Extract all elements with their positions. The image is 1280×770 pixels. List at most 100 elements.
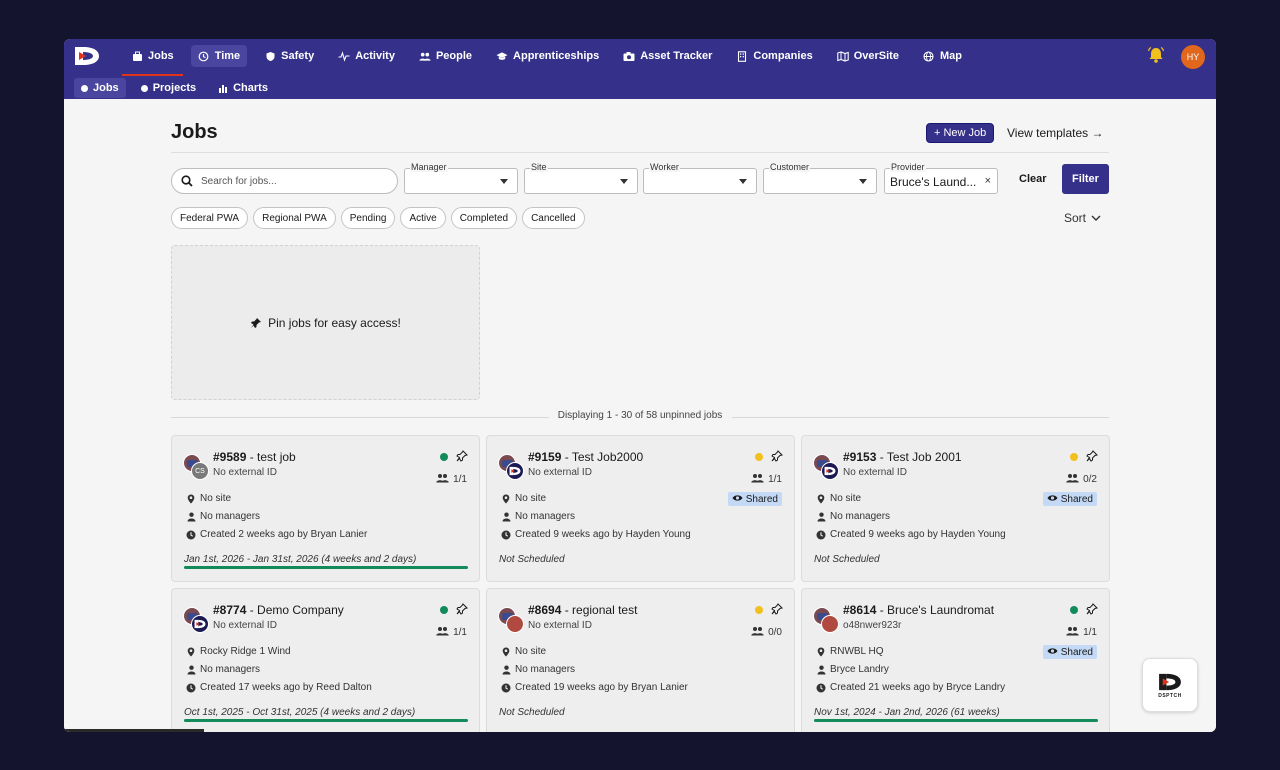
pin-icon[interactable] <box>1086 449 1098 462</box>
filter-chip-cancelled[interactable]: Cancelled <box>522 207 585 229</box>
location-pin-icon <box>186 647 196 657</box>
globe-icon <box>923 50 935 62</box>
app-logo-icon[interactable] <box>74 45 100 67</box>
provider-select[interactable]: Provider Bruce's Laund... × <box>884 162 998 194</box>
page-title: Jobs <box>171 121 218 143</box>
nav-item-asset-tracker[interactable]: Asset Tracker <box>616 45 719 67</box>
filter-chip-active[interactable]: Active <box>400 207 446 229</box>
job-name: - Test Job 2001 <box>876 450 962 464</box>
eye-icon <box>1047 647 1058 658</box>
pin-icon[interactable] <box>771 602 783 615</box>
clear-provider-icon[interactable]: × <box>985 175 991 187</box>
new-job-button[interactable]: + New Job <box>926 123 995 143</box>
job-title[interactable]: #9159 - Test Job2000 <box>528 450 643 464</box>
job-title[interactable]: #8774 - Demo Company <box>213 603 344 617</box>
subnav-item-jobs[interactable]: Jobs <box>74 78 126 98</box>
subnav-item-label: Projects <box>152 82 197 94</box>
building-icon <box>736 50 748 62</box>
site-label: Site <box>530 162 548 172</box>
nav-item-safety[interactable]: Safety <box>257 45 321 67</box>
job-name: - regional test <box>561 603 638 617</box>
clock-icon <box>501 530 511 540</box>
listing-summary: Displaying 1 - 30 of 58 unpinned jobs <box>171 410 1109 424</box>
search-icon <box>181 175 193 187</box>
filter-chip-completed[interactable]: Completed <box>450 207 518 229</box>
customer-label: Customer <box>769 162 811 172</box>
site-row: No site <box>816 493 861 504</box>
site-value: RNWBL HQ <box>830 646 884 657</box>
job-title[interactable]: #9153 - Test Job 2001 <box>843 450 962 464</box>
job-card[interactable]: CS #9589 - test job No external ID 1/1 No si… <box>171 435 480 582</box>
provider-value: Bruce's Laund... <box>890 175 977 189</box>
job-card[interactable]: #8694 - regional test No external ID 0/0 No… <box>486 588 795 732</box>
worker-count: 1/1 <box>1066 626 1097 639</box>
job-card[interactable]: #9153 - Test Job 2001 No external ID 0/2 Sh… <box>801 435 1110 582</box>
sort-label: Sort <box>1064 211 1087 225</box>
nav-item-people[interactable]: People <box>412 45 479 67</box>
job-title[interactable]: #8694 - regional test <box>528 603 637 617</box>
pin-icon[interactable] <box>456 602 468 615</box>
schedule-text: Not Scheduled <box>499 707 565 718</box>
filter-button[interactable]: Filter <box>1062 164 1109 194</box>
avatar: CS <box>183 454 209 480</box>
schedule-text: Nov 1st, 2024 - Jan 2nd, 2026 (61 weeks) <box>814 707 1000 718</box>
chevron-down-icon <box>620 179 628 184</box>
nav-item-label: Jobs <box>148 50 174 62</box>
main-nav: Jobs Time Safety Activity People Apprenticesh… <box>122 45 979 76</box>
manager-select[interactable]: Manager <box>404 162 518 194</box>
user-icon <box>186 665 196 675</box>
pin-icon[interactable] <box>1086 602 1098 615</box>
pin-icon[interactable] <box>771 449 783 462</box>
external-id: No external ID <box>528 467 592 478</box>
site-select[interactable]: Site <box>524 162 638 194</box>
site-row: No site <box>186 493 231 504</box>
sort-button[interactable]: Sort <box>1064 211 1101 225</box>
job-card[interactable]: #8614 - Bruce's Laundromat o48nwer923r 1/1… <box>801 588 1110 732</box>
chevron-down-icon <box>1091 215 1101 221</box>
location-pin-icon <box>501 494 511 504</box>
subnav-item-projects[interactable]: Projects <box>134 78 203 98</box>
job-card[interactable]: #9159 - Test Job2000 No external ID 1/1 Sha… <box>486 435 795 582</box>
nav-item-label: Map <box>939 50 962 62</box>
user-avatar[interactable]: HY <box>1181 45 1205 69</box>
managers-row: No managers <box>186 664 260 675</box>
job-title[interactable]: #8614 - Bruce's Laundromat <box>843 603 994 617</box>
worker-count-value: 0/2 <box>1083 474 1097 485</box>
avatar <box>498 454 524 480</box>
nav-item-label: Safety <box>281 50 315 62</box>
avatar-secondary <box>821 615 839 633</box>
avatar-secondary: CS <box>191 462 209 480</box>
worker-select[interactable]: Worker <box>643 162 757 194</box>
managers-value: No managers <box>200 664 261 675</box>
filter-chip-regional-pwa[interactable]: Regional PWA <box>253 207 336 229</box>
filter-chip-federal-pwa[interactable]: Federal PWA <box>171 207 249 229</box>
subnav-item-label: Charts <box>233 82 268 94</box>
customer-select[interactable]: Customer <box>763 162 877 194</box>
site-value: No site <box>200 493 232 504</box>
view-templates-link[interactable]: View templates → <box>1007 126 1104 140</box>
schedule-progress-bar <box>184 566 468 569</box>
pin-icon[interactable] <box>456 449 468 462</box>
notification-bell-icon[interactable] <box>1147 46 1165 64</box>
nav-item-map[interactable]: Map <box>916 45 969 67</box>
map-fold-icon <box>836 50 849 62</box>
nav-item-time[interactable]: Time <box>190 45 248 67</box>
nav-item-jobs[interactable]: Jobs <box>122 45 183 76</box>
filter-chip-pending[interactable]: Pending <box>340 207 396 229</box>
dsptch-widget-button[interactable]: DSPTCH <box>1142 658 1198 712</box>
horizontal-scrollbar[interactable] <box>64 729 204 732</box>
subnav-item-charts[interactable]: Charts <box>211 78 275 98</box>
main-content: Jobs + New Job View templates → Manager … <box>64 99 1216 732</box>
dsptch-logo-icon <box>1159 673 1181 690</box>
site-value: Rocky Ridge 1 Wind <box>200 646 291 657</box>
job-title[interactable]: #9589 - test job <box>213 450 296 464</box>
job-card[interactable]: #8774 - Demo Company No external ID 1/1 Roc… <box>171 588 480 732</box>
nav-item-activity[interactable]: Activity <box>331 45 402 67</box>
nav-item-apprenticeships[interactable]: Apprenticeships <box>489 45 606 67</box>
nav-item-companies[interactable]: Companies <box>729 45 819 67</box>
nav-item-oversite[interactable]: OverSite <box>830 45 906 67</box>
people-icon <box>751 626 764 639</box>
clear-filters-button[interactable]: Clear <box>1019 173 1047 185</box>
shared-badge: Shared <box>727 492 782 506</box>
search-input[interactable] <box>201 175 381 187</box>
